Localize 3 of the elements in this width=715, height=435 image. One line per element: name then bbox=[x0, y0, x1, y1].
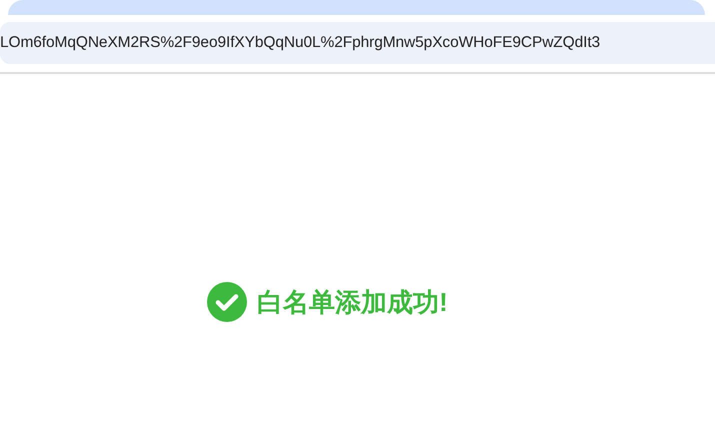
check-icon bbox=[207, 282, 248, 322]
address-bar[interactable]: LOm6foMqQNeXM2RS%2F9eo9IfXYbQqNu0L%2FphrgMnw5pXcoWHoFE9CPwZQdIt3 bbox=[0, 22, 715, 64]
success-message: 白名单添加成功! bbox=[257, 286, 448, 318]
